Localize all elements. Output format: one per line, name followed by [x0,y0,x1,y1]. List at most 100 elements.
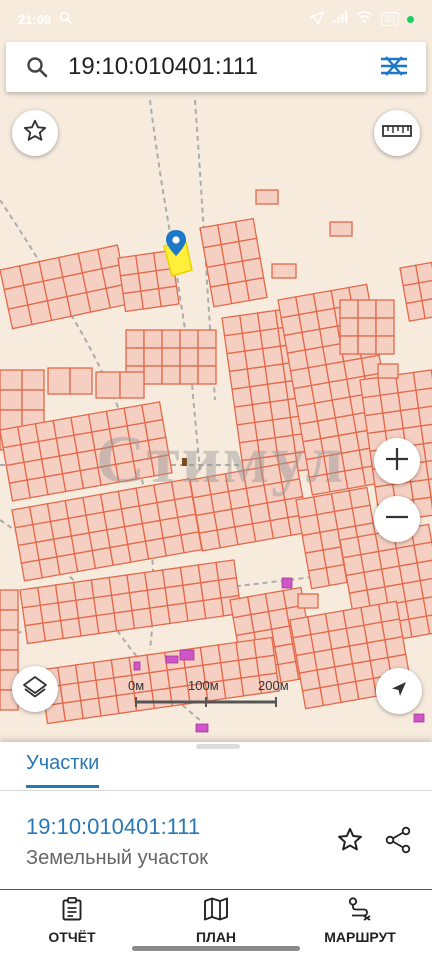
land-parcel[interactable] [125,347,145,367]
system-gesture-bar[interactable] [132,946,300,951]
land-parcel[interactable] [90,576,113,599]
land-parcel[interactable] [21,389,45,411]
land-parcel[interactable] [231,386,254,408]
parcel-block[interactable] [199,217,268,308]
land-parcel[interactable] [122,290,145,313]
land-parcel[interactable] [59,682,82,704]
land-parcel[interactable] [202,597,225,620]
land-parcel[interactable] [364,412,387,435]
land-parcel[interactable] [125,329,145,349]
land-parcel[interactable] [184,599,207,622]
land-parcel[interactable] [135,252,157,275]
land-parcel[interactable] [357,299,377,319]
land-parcel[interactable] [157,285,180,308]
land-parcel[interactable] [375,299,395,319]
search-icon[interactable] [6,56,68,78]
land-parcel[interactable] [394,371,417,394]
land-parcel[interactable] [249,383,271,406]
route-button[interactable]: МАРШРУТ [288,890,432,950]
land-parcel[interactable] [75,597,98,619]
land-parcel[interactable] [261,345,284,368]
land-parcel[interactable] [72,579,95,602]
land-parcel[interactable] [0,629,19,651]
land-parcel[interactable] [77,614,100,637]
parcel-block[interactable] [47,367,93,395]
add-favorite-button[interactable] [336,826,364,859]
land-parcel[interactable] [244,347,266,370]
land-parcel[interactable] [418,279,432,302]
land-parcel[interactable] [238,237,261,262]
land-parcel[interactable] [197,347,217,367]
parcel-block[interactable] [95,371,145,399]
land-parcel[interactable] [143,365,163,385]
parcel-block[interactable] [339,299,395,355]
land-parcel[interactable] [79,697,102,720]
land-parcel[interactable] [409,478,432,501]
parcel-layer[interactable] [0,0,432,742]
sheet-drag-handle[interactable] [196,744,240,749]
plan-button[interactable]: ПЛАН [144,890,288,950]
land-parcel[interactable] [375,317,395,337]
land-parcel[interactable] [179,347,199,367]
land-parcel[interactable] [197,365,217,385]
favorites-button[interactable] [12,110,58,156]
land-parcel[interactable] [24,622,47,645]
land-parcel[interactable] [166,602,189,625]
map-layers-button[interactable] [12,666,58,712]
land-parcel[interactable] [54,581,77,604]
land-parcel[interactable] [234,217,258,243]
land-parcel[interactable] [255,654,278,677]
share-button[interactable] [384,826,412,859]
ruler-button[interactable] [374,110,420,156]
search-input[interactable] [68,53,358,81]
land-parcel[interactable] [361,394,384,417]
land-parcel[interactable] [146,651,169,674]
land-parcel[interactable] [95,371,121,399]
land-parcel[interactable] [266,381,289,403]
land-parcel[interactable] [221,314,244,337]
land-parcel[interactable] [137,270,160,292]
land-parcel[interactable] [197,561,220,584]
land-parcel[interactable] [241,257,265,282]
land-parcel[interactable] [215,559,238,582]
land-parcel[interactable] [62,699,84,722]
cadastral-map[interactable]: Стимул [0,0,432,742]
land-parcel[interactable] [97,694,120,717]
land-parcel[interactable] [143,329,163,349]
land-parcel[interactable] [375,335,395,355]
land-parcel[interactable] [140,287,162,310]
land-parcel[interactable] [110,592,133,614]
parcel-cadastral-number[interactable]: 19:10:010401:111 [26,814,200,840]
land-parcel[interactable] [117,254,140,277]
land-parcel[interactable] [95,612,118,635]
land-parcel[interactable] [415,261,432,284]
land-parcel[interactable] [0,649,19,671]
land-parcel[interactable] [269,398,292,421]
land-parcel[interactable] [357,317,377,337]
land-parcel[interactable] [399,407,422,430]
land-parcel[interactable] [246,365,269,388]
land-parcel[interactable] [21,604,44,627]
land-parcel[interactable] [256,309,279,332]
land-parcel[interactable] [339,299,359,319]
land-parcel[interactable] [228,368,251,391]
land-parcel[interactable] [359,376,382,399]
land-parcel[interactable] [0,389,23,411]
land-parcel[interactable] [110,656,133,679]
land-parcel[interactable] [0,589,19,611]
land-parcel[interactable] [144,569,166,592]
land-parcel[interactable] [179,329,199,349]
land-parcel[interactable] [57,664,79,687]
land-parcel[interactable] [19,586,42,609]
land-parcel[interactable] [226,350,249,373]
land-parcel[interactable] [397,389,420,412]
land-parcel[interactable] [59,617,82,640]
land-parcel[interactable] [131,607,154,630]
land-parcel[interactable] [197,329,217,349]
land-parcel[interactable] [180,531,203,554]
land-parcel[interactable] [126,571,149,594]
land-parcel[interactable] [149,604,171,627]
land-parcel[interactable] [416,559,432,582]
land-parcel[interactable] [239,312,261,335]
land-parcel[interactable] [119,272,142,295]
